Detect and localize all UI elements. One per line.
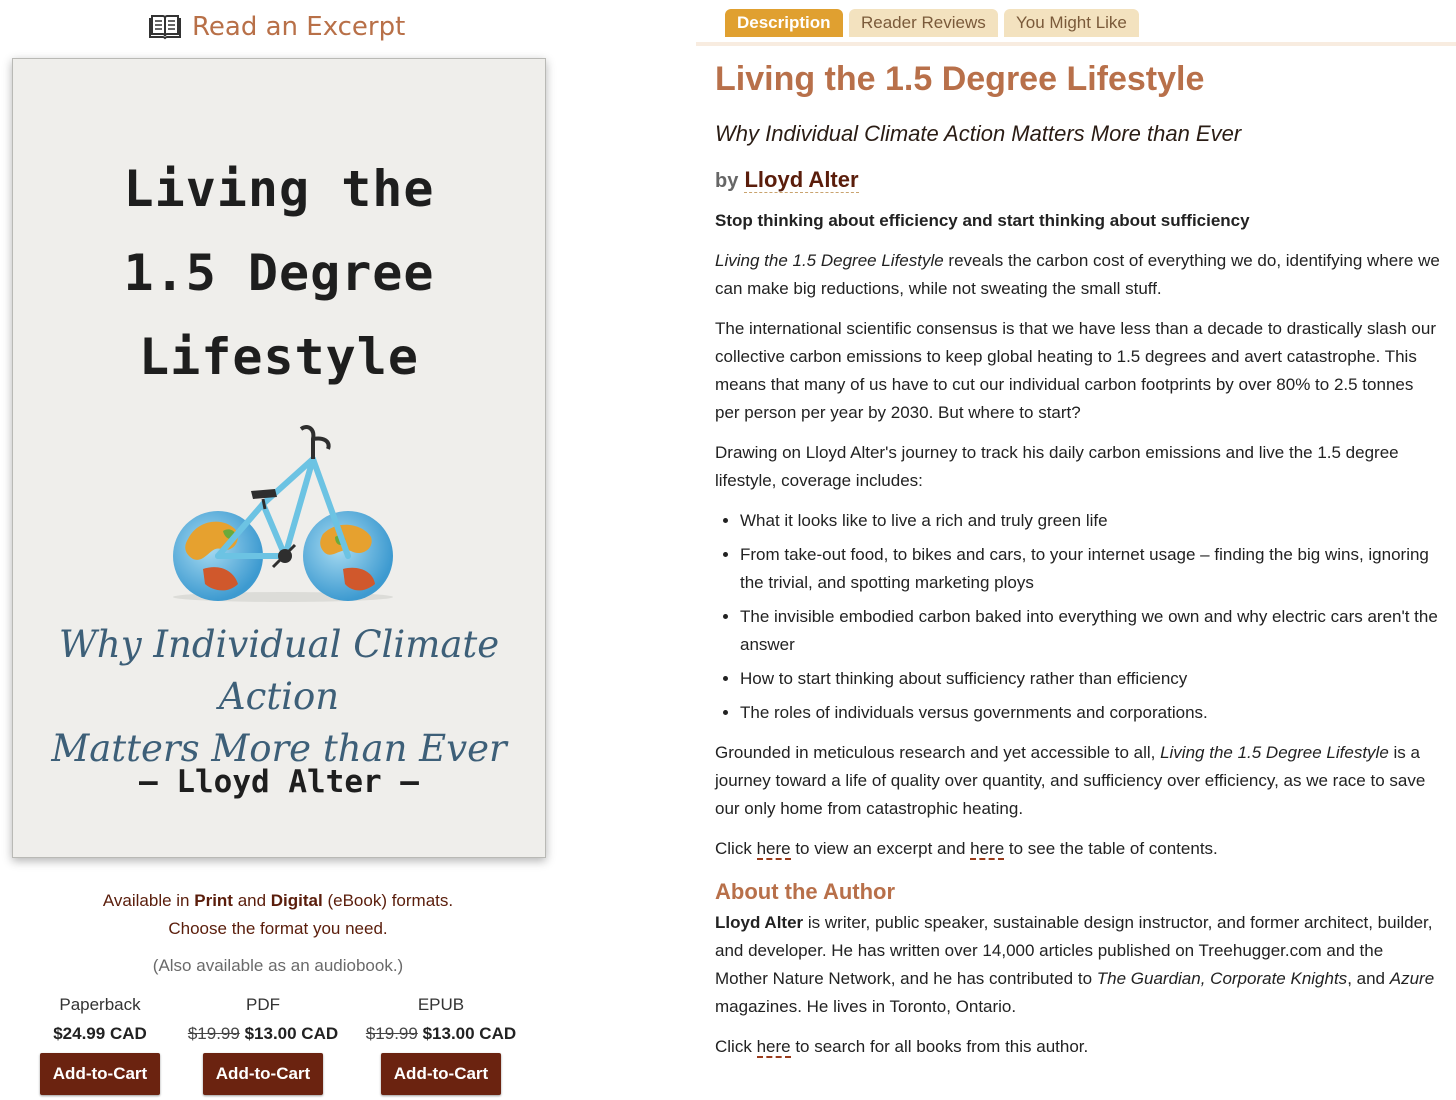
author-name: Lloyd Alter bbox=[715, 913, 804, 932]
by-label: by bbox=[715, 170, 739, 192]
paragraph-text: to search for all books from this author… bbox=[790, 1037, 1089, 1056]
format-name: PDF bbox=[246, 995, 280, 1014]
add-to-cart-button[interactable]: Add-to-Cart bbox=[381, 1053, 501, 1095]
list-item: How to start thinking about sufficiency … bbox=[740, 665, 1440, 693]
tab-you-might-like[interactable]: You Might Like bbox=[1004, 9, 1139, 37]
format-pdf: PDF $19.99 $13.00 CAD Add-to-Cart bbox=[168, 995, 358, 1095]
excerpt-here-link[interactable]: here bbox=[756, 839, 791, 860]
publication: Azure bbox=[1389, 969, 1435, 988]
read-excerpt-link[interactable]: Read an Excerpt bbox=[148, 10, 405, 44]
format-paperback: Paperback $24.99 CAD Add-to-Cart bbox=[5, 995, 195, 1095]
tab-description[interactable]: Description bbox=[725, 9, 843, 37]
publications: The Guardian, Corporate Knights bbox=[1096, 969, 1348, 988]
paragraph-text: Grounded in meticulous research and yet … bbox=[715, 743, 1161, 762]
price: $24.99 CAD bbox=[53, 1024, 147, 1043]
book-title-inline: Living the 1.5 Degree Lifestyle bbox=[1160, 743, 1389, 762]
list-item: The roles of individuals versus governme… bbox=[740, 699, 1440, 727]
list-item: The invisible embodied carbon baked into… bbox=[740, 603, 1440, 659]
author-books-here-link[interactable]: here bbox=[756, 1037, 791, 1058]
coverage-list: What it looks like to live a rich and tr… bbox=[715, 507, 1440, 727]
byline: by Lloyd Alter bbox=[715, 164, 1440, 197]
format-name: Paperback bbox=[59, 995, 141, 1014]
toc-here-link[interactable]: here bbox=[970, 839, 1005, 860]
paragraph-text: , and bbox=[1347, 969, 1390, 988]
print-label: Print bbox=[194, 891, 233, 910]
old-price: $19.99 bbox=[187, 1024, 240, 1043]
book-title-inline: Living the 1.5 Degree Lifestyle bbox=[715, 251, 944, 270]
formats-text: and bbox=[232, 891, 271, 910]
digital-label: Digital bbox=[270, 891, 323, 910]
book-title: Living the 1.5 Degree Lifestyle bbox=[715, 60, 1205, 98]
read-excerpt-label: Read an Excerpt bbox=[192, 12, 406, 42]
add-to-cart-button[interactable]: Add-to-Cart bbox=[203, 1053, 323, 1095]
author-link[interactable]: Lloyd Alter bbox=[744, 167, 859, 193]
description-panel: Living the 1.5 Degree Lifestyle Why Indi… bbox=[715, 58, 1440, 1061]
format-name: EPUB bbox=[417, 995, 465, 1014]
cover-title: Living the 1.5 Degree Lifestyle bbox=[13, 147, 545, 399]
cover-author: — Lloyd Alter — bbox=[139, 764, 419, 800]
formats-text: (eBook) formats. bbox=[322, 891, 454, 910]
paragraph-text: Click bbox=[715, 1037, 757, 1056]
globe-bicycle-illustration bbox=[173, 425, 393, 602]
author-books-link-line: Click here to search for all books from … bbox=[715, 1033, 1440, 1061]
paragraph-text: to see the table of contents. bbox=[1004, 839, 1218, 858]
list-item: What it looks like to live a rich and tr… bbox=[740, 507, 1440, 535]
open-book-icon bbox=[148, 14, 182, 40]
formats-availability: Available in Print and Digital (eBook) f… bbox=[12, 891, 544, 911]
author-bio: Lloyd Alter is writer, public speaker, s… bbox=[715, 909, 1440, 1021]
price: $13.00 CAD bbox=[422, 1024, 517, 1043]
paragraph-text: magazines. He lives in Toronto, Ontario. bbox=[715, 997, 1017, 1016]
paragraph-text: to view an excerpt and bbox=[790, 839, 971, 858]
list-item: From take-out food, to bikes and cars, t… bbox=[740, 541, 1440, 597]
old-price: $19.99 bbox=[365, 1024, 418, 1043]
cover-title-line: Lifestyle bbox=[139, 328, 419, 386]
book-tagline: Stop thinking about efficiency and start… bbox=[715, 211, 1250, 230]
book-cover: Living the 1.5 Degree Lifestyle Why Indi… bbox=[12, 58, 546, 858]
add-to-cart-button[interactable]: Add-to-Cart bbox=[40, 1053, 160, 1095]
tab-reader-reviews[interactable]: Reader Reviews bbox=[849, 9, 998, 37]
audiobook-note: (Also available as an audiobook.) bbox=[152, 956, 404, 975]
format-epub: EPUB $19.99 $13.00 CAD Add-to-Cart bbox=[346, 995, 536, 1095]
description-paragraph: Living the 1.5 Degree Lifestyle reveals … bbox=[715, 247, 1440, 303]
format-price: $19.99 $13.00 CAD bbox=[346, 1024, 536, 1046]
description-paragraph: Grounded in meticulous research and yet … bbox=[715, 739, 1440, 823]
cover-subtitle: Why Individual Climate Action Matters Mo… bbox=[13, 619, 545, 775]
price: $13.00 CAD bbox=[244, 1024, 339, 1043]
formats-text: Available in bbox=[102, 891, 195, 910]
description-paragraph: The international scientific consensus i… bbox=[715, 319, 1437, 422]
format-price: $19.99 $13.00 CAD bbox=[168, 1024, 358, 1046]
tab-bar: Description Reader Reviews You Might Lik… bbox=[696, 0, 1456, 46]
formats-choose: Choose the format you need. bbox=[168, 919, 388, 938]
about-author-heading: About the Author bbox=[715, 879, 896, 904]
cover-subtitle-line: Why Individual Climate Action bbox=[58, 623, 500, 718]
excerpt-toc-links: Click here to view an excerpt and here t… bbox=[715, 835, 1440, 863]
cover-title-line: 1.5 Degree bbox=[123, 244, 435, 302]
paragraph-text: Click bbox=[715, 839, 757, 858]
book-subtitle: Why Individual Climate Action Matters Mo… bbox=[715, 121, 1242, 146]
description-paragraph: Drawing on Lloyd Alter's journey to trac… bbox=[715, 443, 1399, 490]
format-price: $24.99 CAD bbox=[5, 1024, 195, 1046]
cover-title-line: Living the bbox=[123, 160, 435, 218]
